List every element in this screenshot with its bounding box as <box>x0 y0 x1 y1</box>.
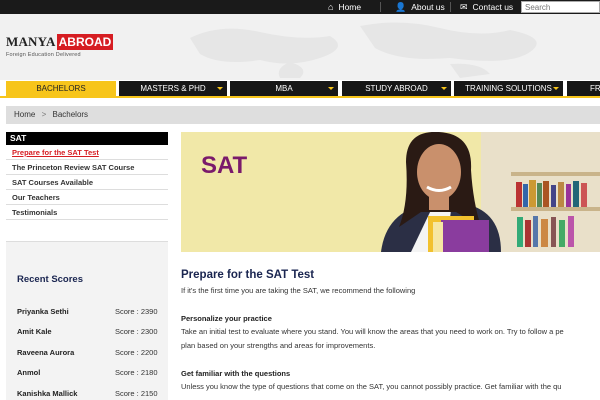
student-score: Score : 2180 <box>115 368 158 377</box>
search-input[interactable] <box>521 1 600 13</box>
nav-label: BACHELORS <box>36 84 86 93</box>
home-link-label: Home <box>338 2 362 12</box>
nav-underline <box>0 96 600 98</box>
world-map-graphic <box>190 22 537 78</box>
nav-label: TRAINING SOLUTIONS <box>465 84 552 93</box>
student-name: Anmol <box>17 368 41 377</box>
student-score: Score : 2300 <box>115 327 158 336</box>
recent-scores-panel: Recent Scores Priyanka Sethi Score : 239… <box>6 241 168 400</box>
user-icon: 👤 <box>395 2 407 12</box>
intro-text: If it's the first time you are taking th… <box>181 286 416 295</box>
nav-training-solutions[interactable]: TRAINING SOLUTIONS <box>454 81 563 96</box>
chevron-down-icon <box>441 87 447 90</box>
student-name: Amit Kale <box>17 327 52 336</box>
student-score: Score : 2390 <box>115 307 158 316</box>
nav-label: STUDY ABROAD <box>365 84 428 93</box>
section-text-familiar: Unless you know the type of questions th… <box>181 380 600 394</box>
logo-text-primary: MANYA <box>6 34 56 49</box>
nav-label: MASTERS & PHD <box>140 84 206 93</box>
nav-study-abroad[interactable]: STUDY ABROAD <box>342 81 451 96</box>
nav-mba[interactable]: MBA <box>230 81 338 96</box>
sidebar: SAT Prepare for the SAT Test The Princet… <box>6 132 168 220</box>
about-link[interactable]: 👤 About us <box>395 1 445 13</box>
breadcrumb: Home > Bachelors <box>6 106 600 124</box>
nav-label: MBA <box>275 84 293 93</box>
sat-banner: SAT <box>181 132 600 252</box>
sidebar-item-prepare[interactable]: Prepare for the SAT Test <box>6 145 168 160</box>
section-text-personalize: Take an initial test to evaluate where y… <box>181 325 600 353</box>
chevron-down-icon <box>217 87 223 90</box>
nav-fr[interactable]: FR <box>567 81 600 96</box>
score-row: Raveena Aurora Score : 2200 <box>17 348 163 357</box>
contact-link-label: Contact us <box>472 2 514 12</box>
home-icon: ⌂ <box>328 2 334 12</box>
chevron-down-icon <box>553 87 559 90</box>
chevron-down-icon <box>328 87 334 90</box>
student-name: Raveena Aurora <box>17 348 75 357</box>
site-header: MANYA ABROAD Foreign Education Delivered <box>0 14 600 80</box>
nav-masters-phd[interactable]: MASTERS & PHD <box>119 81 227 96</box>
paragraph-line: plan based on your strengths and areas f… <box>181 341 376 350</box>
breadcrumb-current[interactable]: Bachelors <box>52 110 88 119</box>
about-link-label: About us <box>411 2 445 12</box>
home-link[interactable]: ⌂ Home <box>328 1 361 13</box>
score-row: Anmol Score : 2180 <box>17 368 163 377</box>
sidebar-item-princeton[interactable]: The Princeton Review SAT Course <box>6 160 168 175</box>
sidebar-item-testimonials[interactable]: Testimonials <box>6 205 168 220</box>
score-row: Kanishka Mallick Score : 2150 <box>17 389 163 398</box>
page-title: Prepare for the SAT Test <box>181 269 315 281</box>
breadcrumb-home[interactable]: Home <box>14 110 35 119</box>
recent-scores-title: Recent Scores <box>17 274 84 285</box>
breadcrumb-separator: > <box>41 110 47 119</box>
top-bar: ⌂ Home 👤 About us ✉ Contact us <box>0 0 600 14</box>
student-score: Score : 2200 <box>115 348 158 357</box>
student-name: Kanishka Mallick <box>17 389 78 398</box>
envelope-icon: ✉ <box>460 2 468 12</box>
logo[interactable]: MANYA ABROAD <box>6 34 114 50</box>
section-heading-familiar: Get familiar with the questions <box>181 369 291 378</box>
student-score: Score : 2150 <box>115 389 158 398</box>
student-photo <box>381 132 600 252</box>
nav-label: FR <box>590 84 600 93</box>
top-separator <box>450 2 451 12</box>
nav-bachelors[interactable]: BACHELORS <box>6 81 116 96</box>
paragraph-line: Unless you know the type of questions th… <box>181 382 562 391</box>
contact-link[interactable]: ✉ Contact us <box>460 1 513 13</box>
student-name: Priyanka Sethi <box>17 307 69 316</box>
top-separator <box>380 2 381 12</box>
score-row: Priyanka Sethi Score : 2390 <box>17 307 163 316</box>
section-heading-personalize: Personalize your practice <box>181 314 272 323</box>
sidebar-heading: SAT <box>6 132 168 145</box>
sidebar-item-courses[interactable]: SAT Courses Available <box>6 175 168 190</box>
sidebar-item-teachers[interactable]: Our Teachers <box>6 190 168 205</box>
score-row: Amit Kale Score : 2300 <box>17 327 163 336</box>
logo-text-accent: ABROAD <box>56 34 114 50</box>
paragraph-line: Take an initial test to evaluate where y… <box>181 327 564 336</box>
tagline: Foreign Education Delivered <box>6 52 81 58</box>
